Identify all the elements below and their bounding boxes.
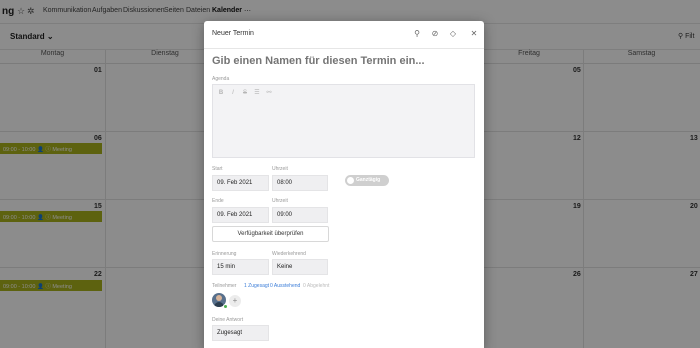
agenda-label: Agenda <box>212 76 230 82</box>
attachment-icon[interactable]: ⊘ <box>428 27 442 41</box>
bold-icon[interactable]: B <box>216 88 226 98</box>
close-icon[interactable]: ✕ <box>467 27 481 41</box>
response-label: Deine Antwort <box>212 317 244 323</box>
start-time-label: Uhrzeit <box>272 166 288 172</box>
toggle-knob <box>347 177 354 184</box>
start-date-field[interactable]: 09. Feb 2021 <box>212 175 269 191</box>
response-select[interactable]: Zugesagt <box>212 325 269 341</box>
location-icon[interactable]: ⚲ <box>410 27 424 41</box>
accepted-count[interactable]: 1 Zugesagt <box>244 283 269 289</box>
participants-label: Teilnehmer <box>212 283 237 289</box>
reminder-select[interactable]: 15 min <box>212 259 269 275</box>
link-icon[interactable]: ⚯ <box>264 88 274 98</box>
add-participant-button[interactable]: + <box>229 295 241 307</box>
accepted-status-icon <box>223 304 228 309</box>
agenda-editor[interactable]: B I S ☰ ⚯ <box>212 84 475 158</box>
pending-count[interactable]: 0 Ausstehend <box>270 283 300 289</box>
new-event-dialog: Neuer Termin ⚲ ⊘ ◇ ✕ Agenda B I S ☰ ⚯ St… <box>204 21 484 348</box>
reminder-label: Erinnerung <box>212 251 237 257</box>
italic-icon[interactable]: I <box>228 88 238 98</box>
list-icon[interactable]: ☰ <box>252 88 262 98</box>
avatar-face <box>216 295 222 301</box>
strikethrough-icon[interactable]: S <box>240 88 250 98</box>
start-time-field[interactable]: 08:00 <box>272 175 328 191</box>
dialog-title: Neuer Termin <box>212 30 254 37</box>
all-day-label: Ganztägig <box>356 177 381 183</box>
dialog-header: Neuer Termin ⚲ ⊘ ◇ ✕ <box>204 21 484 49</box>
end-time-field[interactable]: 09:00 <box>272 207 328 223</box>
tag-icon[interactable]: ◇ <box>446 27 460 41</box>
end-time-label: Uhrzeit <box>272 198 288 204</box>
declined-count[interactable]: 0 Abgelehnt <box>303 283 329 289</box>
all-day-toggle[interactable]: Ganztägig <box>345 175 389 186</box>
end-label: Ende <box>212 198 224 204</box>
event-name-input[interactable] <box>212 54 476 68</box>
start-label: Start <box>212 166 223 172</box>
recurring-select[interactable]: Keine <box>272 259 328 275</box>
recurring-label: Wiederkehrend <box>272 251 306 257</box>
end-date-field[interactable]: 09. Feb 2021 <box>212 207 269 223</box>
check-availability-button[interactable]: Verfügbarkeit überprüfen <box>212 226 329 242</box>
